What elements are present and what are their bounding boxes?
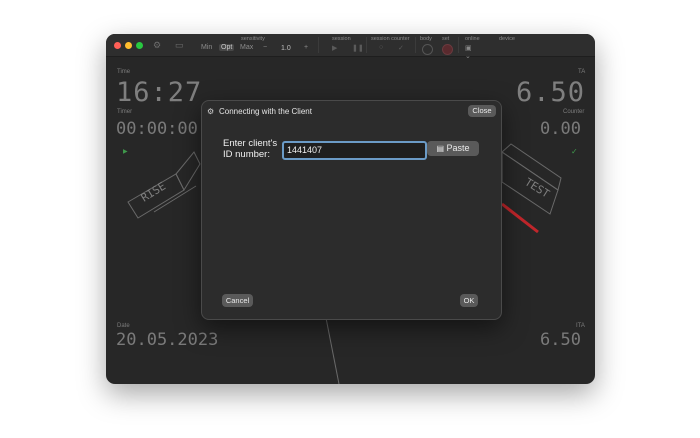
dialog-title: Connecting with the Client (219, 107, 312, 116)
dialog-icon: ⚙ (207, 107, 215, 116)
client-id-input[interactable]: 1441407 (282, 141, 427, 160)
ita-label: ITA (576, 323, 585, 329)
rise-label: RISE (139, 179, 168, 204)
ok-button[interactable]: OK (460, 294, 478, 307)
ita-value: 6.50 (540, 330, 581, 350)
date-label: Date (117, 323, 130, 329)
close-button[interactable]: Close (468, 105, 496, 117)
gauge-red-arc (501, 202, 539, 234)
cancel-button[interactable]: Cancel (222, 294, 253, 307)
date-value: 20.05.2023 (116, 330, 219, 350)
paste-button[interactable]: ▤ Paste (427, 141, 479, 156)
id-prompt-line2: ID number: (223, 149, 270, 160)
paste-label: Paste (446, 143, 470, 153)
test-label: TEST (522, 176, 552, 201)
connect-client-dialog: ⚙ Connecting with the Client Close Enter… (201, 100, 502, 320)
id-prompt-line1: Enter client's (223, 138, 278, 149)
paste-icon: ▤ (436, 144, 445, 153)
